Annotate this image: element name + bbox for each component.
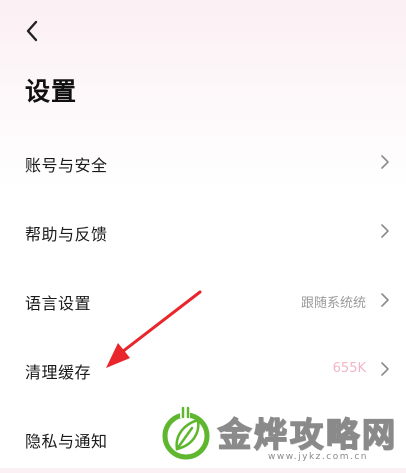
watermark: 金烨攻略网 www.jykz.com.cn <box>160 404 406 468</box>
setting-label: 隐私与通知 <box>25 432 108 451</box>
setting-help-feedback[interactable]: 帮助与反馈 <box>0 197 406 266</box>
chevron-right-icon <box>380 154 390 170</box>
chevron-right-icon <box>380 361 390 377</box>
setting-clear-cache[interactable]: 清理缓存 655K <box>0 335 406 404</box>
setting-account-security[interactable]: 账号与安全 <box>0 128 406 197</box>
green-leaf-plug-icon <box>162 406 210 460</box>
watermark-url: www.jykz.com.cn <box>268 452 368 462</box>
setting-label: 语言设置 <box>25 294 92 313</box>
setting-label: 清理缓存 <box>25 363 92 382</box>
setting-label: 账号与安全 <box>25 156 108 175</box>
chevron-right-icon <box>380 223 390 239</box>
chevron-right-icon <box>380 292 390 308</box>
page-title: 设置 <box>25 77 78 106</box>
back-button[interactable] <box>18 16 48 46</box>
language-value: 跟随系统统 <box>300 296 366 311</box>
cache-size-value: 655K <box>332 361 366 376</box>
watermark-text: 金烨攻略网 <box>217 414 398 455</box>
setting-label: 帮助与反馈 <box>25 225 108 244</box>
setting-language[interactable]: 语言设置 跟随系统统 <box>0 266 406 335</box>
chevron-left-icon <box>26 20 38 42</box>
